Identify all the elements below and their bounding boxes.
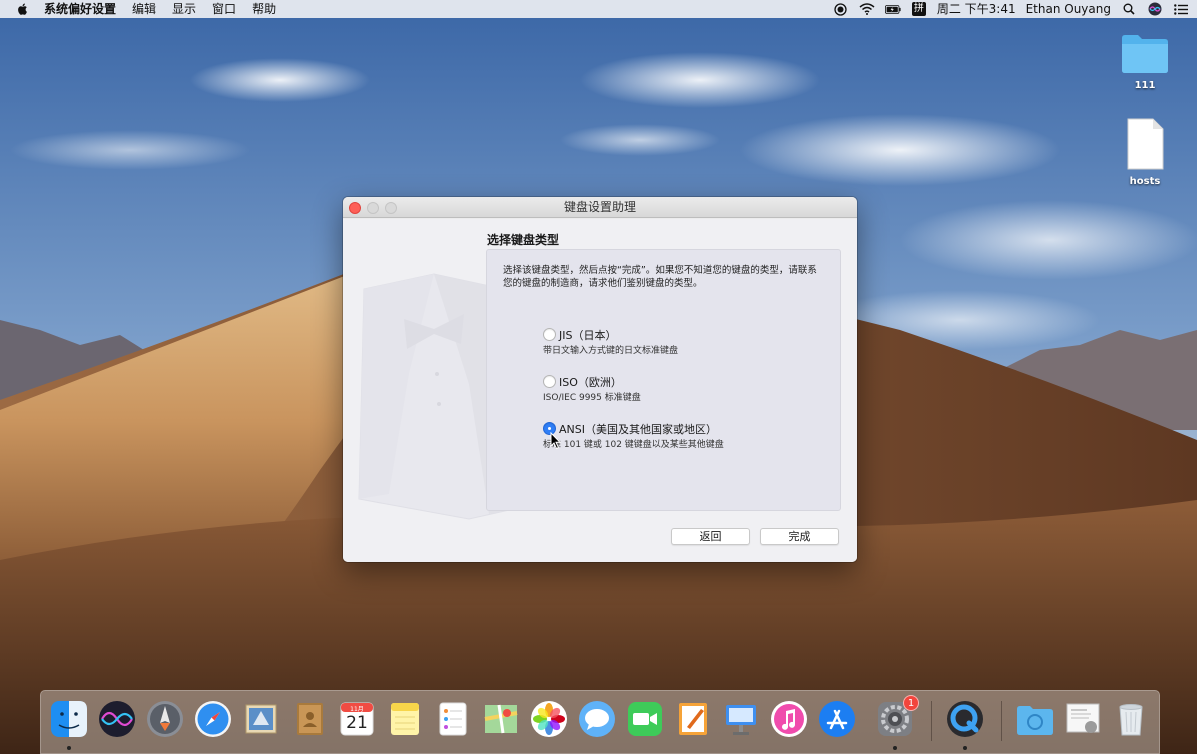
window-titlebar[interactable]: 键盘设置助理	[343, 197, 857, 218]
photos-icon[interactable]	[529, 699, 569, 739]
close-button[interactable]	[349, 202, 361, 214]
menu-clock[interactable]: 周二 下午3:41	[937, 0, 1016, 18]
calendar-day: 21	[346, 713, 368, 733]
system-preferences-icon[interactable]: 1	[875, 695, 919, 739]
folder-icon	[1122, 35, 1168, 73]
spotlight-icon[interactable]	[1121, 2, 1137, 16]
finder-running-indicator	[67, 746, 71, 750]
keyboard-setup-assistant-window: 键盘设置助理 选择键盘类型 选择该键盘类型，然后点按“完成”。如果您不知道您的键…	[343, 197, 857, 562]
menu-window[interactable]: 窗口	[204, 0, 244, 18]
safari-icon[interactable]	[193, 699, 233, 739]
messages-icon[interactable]	[577, 699, 617, 739]
finder-icon[interactable]	[49, 699, 89, 739]
radio-jis[interactable]	[543, 328, 556, 341]
keyboard-type-panel: 选择该键盘类型，然后点按“完成”。如果您不知道您的键盘的类型，请联系您的键盘的制…	[486, 249, 841, 511]
preview-icon[interactable]	[1063, 699, 1103, 739]
desktop-folder[interactable]: 111	[1110, 32, 1180, 91]
radio-iso[interactable]	[543, 375, 556, 388]
menu-user[interactable]: Ethan Ouyang	[1026, 0, 1111, 18]
window-content: 选择键盘类型 选择该键盘类型，然后点按“完成”。如果您不知道您的键盘的类型，请联…	[343, 219, 857, 562]
menu-help[interactable]: 帮助	[244, 0, 284, 18]
dock-separator-2	[1001, 701, 1002, 741]
maps-icon[interactable]	[481, 699, 521, 739]
system-preferences-badge: 1	[903, 695, 919, 711]
menu-edit[interactable]: 编辑	[124, 0, 164, 18]
dock: 11月 21 1	[40, 690, 1160, 754]
calendar-month: 11月	[350, 706, 364, 713]
apple-menu-icon[interactable]	[16, 2, 30, 16]
notification-center-icon[interactable]	[1173, 2, 1189, 16]
input-method-icon[interactable]: 拼	[911, 2, 927, 16]
system-preferences-running-indicator	[893, 746, 897, 750]
trash-icon[interactable]	[1111, 699, 1151, 739]
mail-icon[interactable]	[241, 699, 281, 739]
menu-view[interactable]: 显示	[164, 0, 204, 18]
panel-description: 选择该键盘类型，然后点按“完成”。如果您不知道您的键盘的类型，请联系您的键盘的制…	[503, 265, 817, 289]
calendar-icon[interactable]: 11月 21	[337, 699, 377, 739]
screen-record-icon[interactable]	[833, 2, 849, 16]
done-button[interactable]: 完成	[760, 528, 839, 545]
keynote-icon[interactable]	[721, 699, 761, 739]
desktop-file-hosts[interactable]: hosts	[1110, 118, 1180, 187]
desktop-folder-label: 111	[1134, 80, 1156, 91]
mouse-cursor-icon	[550, 432, 562, 450]
option-iso-label: ISO（欧洲）	[559, 376, 622, 389]
siri-icon[interactable]	[1147, 2, 1163, 16]
pages-icon[interactable]	[673, 699, 713, 739]
option-ansi-label: ANSI（美国及其他国家或地区）	[559, 423, 717, 436]
option-ansi-subtitle: 标准 101 键或 102 键键盘以及某些其他键盘	[543, 440, 724, 450]
option-jis-subtitle: 带日文输入方式键的日文标准键盘	[543, 346, 679, 356]
option-jis-label: JIS（日本）	[559, 329, 617, 342]
contacts-icon[interactable]	[289, 699, 329, 739]
quicktime-running-indicator	[963, 746, 967, 750]
window-title: 键盘设置助理	[563, 200, 636, 214]
app-store-icon[interactable]	[817, 699, 857, 739]
wifi-icon[interactable]	[859, 2, 875, 16]
downloads-folder-icon[interactable]	[1015, 699, 1055, 739]
itunes-icon[interactable]	[769, 699, 809, 739]
facetime-icon[interactable]	[625, 699, 665, 739]
desktop-file-label: hosts	[1129, 176, 1161, 187]
quicktime-icon[interactable]	[945, 699, 985, 739]
menu-bar: 系统偏好设置 编辑 显示 窗口 帮助 拼 周二 下午3:41 Ethan Ouy…	[0, 0, 1197, 18]
notes-icon[interactable]	[385, 699, 425, 739]
input-method-label: 拼	[911, 2, 926, 16]
battery-icon[interactable]	[884, 2, 901, 16]
siri-dock-icon[interactable]	[97, 699, 137, 739]
option-iso-subtitle: ISO/IEC 9995 标准键盘	[543, 393, 641, 403]
back-button[interactable]: 返回	[671, 528, 750, 545]
minimize-button	[367, 202, 379, 214]
file-icon	[1127, 118, 1164, 170]
panel-heading: 选择键盘类型	[487, 233, 560, 247]
reminders-icon[interactable]	[433, 699, 473, 739]
dock-separator	[931, 701, 932, 741]
menu-app-name[interactable]: 系统偏好设置	[44, 0, 124, 18]
zoom-button	[385, 202, 397, 214]
launchpad-icon[interactable]	[145, 699, 185, 739]
